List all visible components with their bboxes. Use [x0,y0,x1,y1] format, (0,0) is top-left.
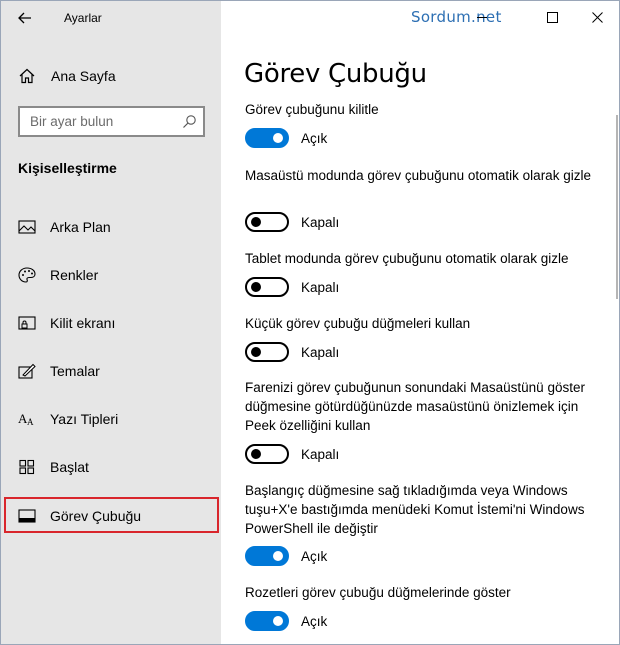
palette-icon [18,267,36,283]
main-content: Sordum.net Görev Çubuğu Görev çubuğunu k… [221,1,619,644]
setting-label: Rozetleri görev çubuğu düğmelerinde göst… [245,585,511,600]
sidebar-item-kilit-ekrani[interactable]: Kilit ekranı [1,305,221,341]
title-bar-left: Ayarlar [1,1,221,35]
toggle-knob [273,551,283,561]
scrollbar[interactable] [616,115,618,299]
toggle-knob [251,217,261,227]
sidebar: Ayarlar Ana Sayfa Kişiselleştirme Arka P… [1,1,221,644]
autohide-desktop-toggle[interactable] [245,212,289,232]
setting-label: Küçük görev çubuğu düğmeleri kullan [245,316,471,331]
back-arrow-icon [18,12,31,24]
sidebar-item-label: Görev Çubuğu [50,508,142,524]
setting-label: Görev çubuğunu kilitle [245,102,379,117]
home-label: Ana Sayfa [51,68,116,84]
fonts-icon: A A [18,411,34,427]
section-title: Kişiselleştirme [18,160,117,176]
toggle-state-label: Açık [301,549,328,564]
toggle-state-label: Kapalı [301,215,340,230]
start-icon [19,459,35,475]
close-icon [591,11,603,23]
sidebar-item-label: Yazı Tipleri [50,411,119,427]
minimize-icon [476,16,487,18]
sidebar-item-yazi-tipleri[interactable]: A A Yazı Tipleri [1,401,221,437]
setting-label: Masaüstü modunda görev çubuğunu otomatik… [245,168,591,183]
theme-icon [18,363,36,379]
app-title: Ayarlar [64,11,102,25]
autohide-tablet-toggle[interactable] [245,277,289,297]
toggle-knob [251,347,261,357]
toggle-knob [273,133,283,143]
minimize-button[interactable] [459,1,505,33]
lock-taskbar-toggle[interactable] [245,128,289,148]
settings-window: Ayarlar Ana Sayfa Kişiselleştirme Arka P… [0,0,620,645]
sidebar-item-label: Arka Plan [50,219,111,235]
search-box[interactable] [18,106,205,137]
home-icon [19,68,35,84]
sidebar-item-label: Başlat [50,459,89,475]
peek-toggle[interactable] [245,444,289,464]
maximize-button[interactable] [529,1,575,33]
lock-screen-icon [18,316,36,330]
sidebar-item-arka-plan[interactable]: Arka Plan [1,209,221,245]
toggle-knob [251,282,261,292]
taskbar-icon [18,509,36,523]
toggle-knob [251,449,261,459]
sidebar-item-gorev-cubugu[interactable]: Görev Çubuğu [4,497,219,533]
home-nav-item[interactable]: Ana Sayfa [1,61,221,91]
close-button[interactable] [574,1,619,33]
toggle-knob [273,616,283,626]
back-button[interactable] [13,7,37,29]
toggle-state-label: Açık [301,131,328,146]
sidebar-item-label: Renkler [50,267,99,283]
search-icon [183,115,196,128]
toggle-state-label: Kapalı [301,345,340,360]
sidebar-item-temalar[interactable]: Temalar [1,353,221,389]
sidebar-item-renkler[interactable]: Renkler [1,257,221,293]
page-title: Görev Çubuğu [244,59,427,89]
search-input[interactable] [20,108,180,135]
toggle-state-label: Kapalı [301,280,340,295]
sidebar-item-label: Kilit ekranı [50,315,116,331]
svg-text:A: A [27,417,34,427]
setting-label: Başlangıç düğmesine sağ tıkladığımda vey… [245,483,585,536]
setting-label: Farenizi görev çubuğunun sonundaki Masaü… [245,380,585,433]
powershell-toggle[interactable] [245,546,289,566]
maximize-icon [546,11,558,23]
sidebar-item-label: Temalar [50,363,100,379]
setting-label: Tablet modunda görev çubuğunu otomatik o… [245,251,569,266]
toggle-state-label: Açık [301,614,328,629]
picture-icon [18,220,36,234]
toggle-state-label: Kapalı [301,447,340,462]
small-buttons-toggle[interactable] [245,342,289,362]
badges-toggle[interactable] [245,611,289,631]
sidebar-item-baslat[interactable]: Başlat [1,449,221,485]
